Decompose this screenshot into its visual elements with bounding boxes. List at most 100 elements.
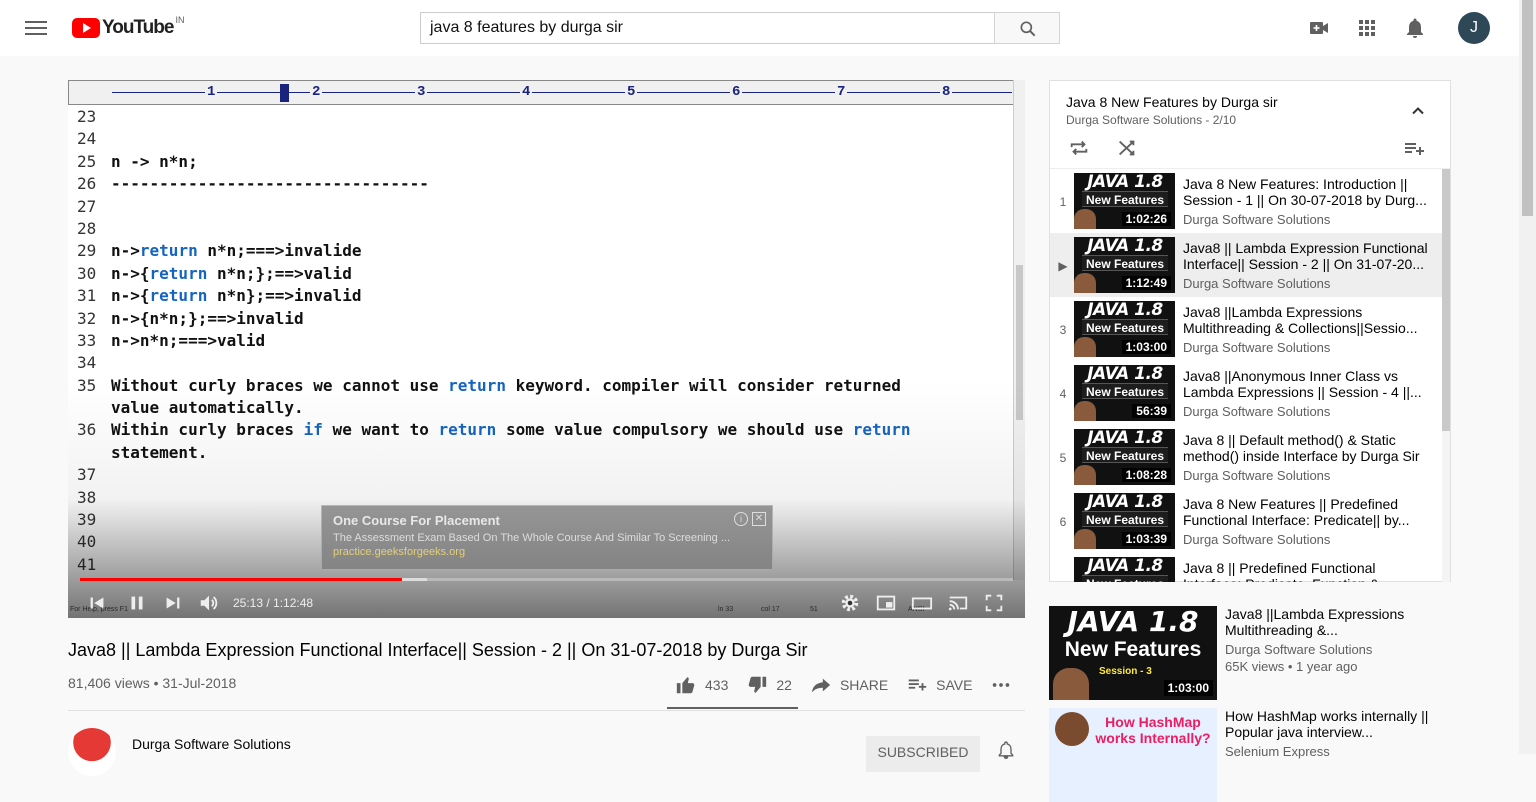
settings-gear-icon[interactable] bbox=[839, 592, 861, 614]
playlist-video-channel: Durga Software Solutions bbox=[1183, 468, 1331, 483]
line-number: 31 bbox=[77, 286, 97, 306]
loop-icon[interactable] bbox=[1068, 137, 1090, 164]
playlist-thumbnail[interactable]: JAVA 1.8 New Features 56:39 bbox=[1074, 365, 1175, 421]
code-token: Within curly braces bbox=[111, 420, 304, 440]
line-number: 25 bbox=[77, 151, 97, 171]
code-keyword: return bbox=[852, 420, 911, 440]
page-scrollbar[interactable] bbox=[1519, 0, 1536, 754]
collapse-chevron-icon[interactable] bbox=[1408, 101, 1428, 126]
playlist-video-title[interactable]: Java8 ||Anonymous Inner Class vs Lambda … bbox=[1183, 368, 1433, 400]
save-button[interactable]: SAVE bbox=[906, 674, 972, 696]
like-ratio-bar bbox=[667, 707, 798, 709]
volume-icon[interactable] bbox=[198, 592, 220, 614]
fullscreen-icon[interactable] bbox=[983, 592, 1005, 614]
playlist-thumbnail[interactable]: JAVA 1.8 New Features 1:03:39 bbox=[1074, 493, 1175, 549]
more-actions-icon[interactable] bbox=[990, 674, 1020, 696]
recommended-thumbnail[interactable]: JAVA 1.8 New Features Session - 3 1:03:0… bbox=[1049, 606, 1217, 700]
code-token: --------------------------------- bbox=[111, 174, 429, 194]
presenter-image bbox=[1053, 668, 1089, 700]
save-playlist-icon[interactable] bbox=[1402, 137, 1426, 166]
thumb-java-text: JAVA 1.8 bbox=[1087, 301, 1163, 320]
ad-title[interactable]: One Course For Placement bbox=[333, 513, 761, 528]
playlist-thumbnail[interactable]: JAVA 1.8 New Features 1:03:00 bbox=[1074, 301, 1175, 357]
playlist-video-title[interactable]: Java 8 New Features: Introduction || Ses… bbox=[1183, 176, 1433, 208]
thumb-new-features: New Features bbox=[1082, 575, 1168, 582]
channel-avatar[interactable] bbox=[68, 728, 116, 776]
recommended-video[interactable]: How HashMap works Internally? How HashMa… bbox=[1049, 708, 1469, 802]
code-token: n*n};==>invalid bbox=[207, 286, 362, 306]
playlist-thumbnail[interactable]: JAVA 1.8 New Features 1:08:28 bbox=[1074, 429, 1175, 485]
search-input[interactable]: java 8 features by durga sir bbox=[420, 12, 995, 44]
cast-icon[interactable] bbox=[947, 592, 969, 614]
playlist-video-channel: Durga Software Solutions bbox=[1183, 276, 1331, 291]
ad-url[interactable]: practice.geeksforgeeks.org bbox=[333, 546, 761, 558]
playlist-subtitle[interactable]: Durga Software Solutions - 2/10 bbox=[1066, 113, 1236, 127]
playlist-video-title[interactable]: Java 8 New Features || Predefined Functi… bbox=[1183, 496, 1433, 528]
code-token: n->{ bbox=[111, 263, 150, 283]
playlist-scrollbar[interactable] bbox=[1442, 169, 1450, 582]
playlist-item[interactable]: ▶ JAVA 1.8 New Features 1:12:49 Java8 || Lam… bbox=[1050, 233, 1442, 297]
next-icon[interactable] bbox=[162, 592, 184, 614]
like-button[interactable]: 433 bbox=[675, 674, 728, 696]
duration-badge: 1:02:26 bbox=[1121, 212, 1171, 226]
previous-icon[interactable] bbox=[86, 592, 108, 614]
recommended-title[interactable]: How HashMap works internally || Popular … bbox=[1225, 708, 1435, 740]
youtube-logo[interactable]: YouTube IN bbox=[72, 15, 184, 40]
miniplayer-icon[interactable] bbox=[875, 592, 897, 614]
playlist-item[interactable]: 4 JAVA 1.8 New Features 56:39 Java8 ||Anonym… bbox=[1050, 361, 1442, 425]
code-token: n->{ bbox=[111, 286, 150, 306]
playlist-video-title[interactable]: Java8 || Lambda Expression Functional In… bbox=[1183, 240, 1433, 272]
code-text: n->{n*n;};==>invalid bbox=[111, 308, 304, 330]
apps-icon[interactable] bbox=[1355, 16, 1379, 40]
video-player[interactable]: 1 2 3 4 5 6 7 8 23 24 25 n -> n*n; 26 -------… bbox=[68, 80, 1025, 618]
playlist-thumbnail[interactable]: JAVA 1.8 New Features 1:12:49 bbox=[1074, 237, 1175, 293]
thumbs-down-icon bbox=[749, 676, 767, 693]
playlist-item[interactable]: JAVA 1.8New Features Java 8 || Predefined… bbox=[1050, 553, 1442, 582]
playlist-item[interactable]: 3 JAVA 1.8 New Features 1:03:00 Java8 ||Lamb… bbox=[1050, 297, 1442, 361]
pause-icon[interactable] bbox=[126, 592, 148, 614]
presenter-image bbox=[1074, 209, 1096, 229]
thumb-new-features: New Features bbox=[1082, 447, 1168, 463]
playlist-title[interactable]: Java 8 New Features by Durga sir bbox=[1066, 94, 1278, 110]
ad-info-icon[interactable]: i bbox=[734, 512, 748, 526]
search-button[interactable] bbox=[994, 12, 1060, 44]
playlist-item[interactable]: 1 JAVA 1.8 New Features 1:02:26 Java 8 New F… bbox=[1050, 169, 1442, 233]
playlist-video-title[interactable]: Java 8 || Predefined Functional Interfac… bbox=[1183, 560, 1433, 582]
playlist-video-title[interactable]: Java 8 || Default method() & Static meth… bbox=[1183, 432, 1433, 464]
ad-close-icon[interactable]: ✕ bbox=[752, 512, 766, 526]
playlist-video-title[interactable]: Java8 ||Lambda Expressions Multithreadin… bbox=[1183, 304, 1433, 336]
recommended-thumbnail[interactable]: How HashMap works Internally? bbox=[1049, 708, 1217, 802]
video-title: Java8 || Lambda Expression Functional In… bbox=[68, 640, 808, 660]
progress-bar[interactable] bbox=[80, 578, 1013, 581]
code-text: n->n*n;===>valid bbox=[111, 330, 265, 352]
subscribed-button[interactable]: SUBSCRIBED bbox=[866, 736, 980, 772]
playlist-thumbnail[interactable]: JAVA 1.8 New Features 1:02:26 bbox=[1074, 173, 1175, 229]
ad-overlay[interactable]: One Course For Placement The Assessment … bbox=[321, 505, 773, 570]
share-button[interactable]: SHARE bbox=[810, 674, 888, 696]
channel-bell-icon[interactable] bbox=[996, 740, 1016, 765]
duration-badge: 1:12:49 bbox=[1121, 276, 1171, 290]
line-number: 30 bbox=[77, 263, 97, 283]
recommended-video[interactable]: JAVA 1.8 New Features Session - 3 1:03:0… bbox=[1049, 606, 1469, 700]
ad-text: The Assessment Exam Based On The Whole C… bbox=[333, 532, 731, 544]
account-avatar[interactable]: J bbox=[1458, 12, 1490, 44]
code-keyword: return bbox=[139, 241, 198, 261]
recommended-title[interactable]: Java8 ||Lambda Expressions Multithreadin… bbox=[1225, 606, 1435, 638]
channel-name[interactable]: Durga Software Solutions bbox=[132, 736, 291, 752]
playlist-item[interactable]: 6 JAVA 1.8 New Features 1:03:39 Java 8 New F… bbox=[1050, 489, 1442, 553]
divider bbox=[68, 710, 1025, 711]
playlist-video-channel: Durga Software Solutions bbox=[1183, 404, 1331, 419]
duration-badge: 1:03:39 bbox=[1121, 532, 1171, 546]
recommended-channel[interactable]: Selenium Express bbox=[1225, 744, 1435, 759]
recommended-channel[interactable]: Durga Software Solutions bbox=[1225, 642, 1435, 657]
create-video-icon[interactable] bbox=[1307, 16, 1331, 40]
playlist-item[interactable]: 5 JAVA 1.8 New Features 1:08:28 Java 8 || De… bbox=[1050, 425, 1442, 489]
playlist-thumbnail[interactable]: JAVA 1.8New Features bbox=[1074, 557, 1175, 582]
notifications-bell-icon[interactable] bbox=[1403, 16, 1427, 40]
dislike-button[interactable]: 22 bbox=[746, 674, 792, 696]
shuffle-icon[interactable] bbox=[1116, 137, 1138, 164]
ruler-number: 5 bbox=[625, 84, 638, 100]
recommended-views: 65K views • 1 year ago bbox=[1225, 659, 1358, 674]
menu-icon[interactable] bbox=[24, 18, 48, 38]
theater-mode-icon[interactable] bbox=[911, 592, 933, 614]
